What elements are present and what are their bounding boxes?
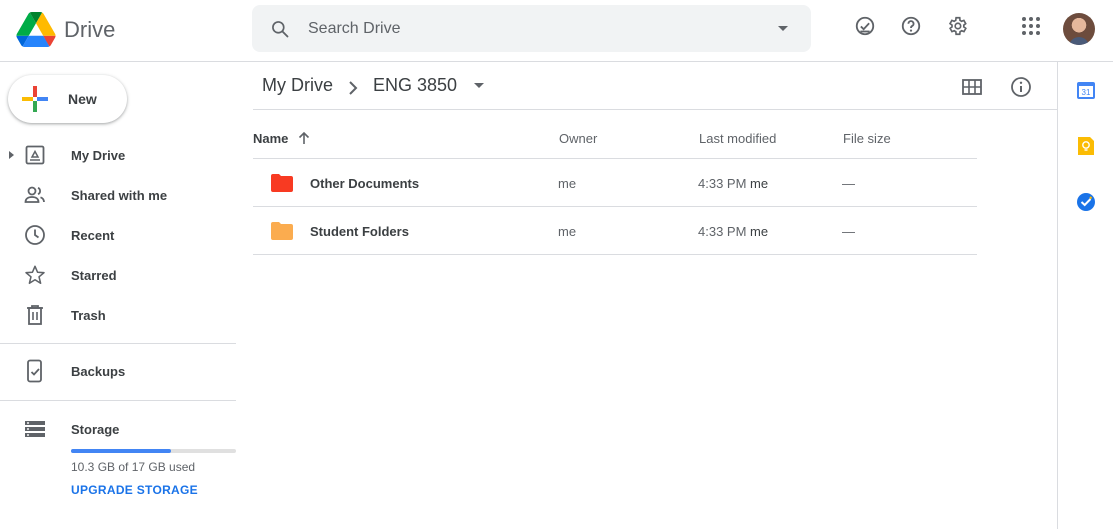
table-row[interactable]: Student Folders me 4:33 PM me — bbox=[253, 207, 977, 255]
info-icon[interactable] bbox=[1009, 75, 1033, 99]
star-icon bbox=[23, 263, 47, 287]
sidebar-item-label: Recent bbox=[71, 227, 115, 243]
sidebar-item-label: Shared with me bbox=[71, 187, 168, 203]
breadcrumb-root[interactable]: My Drive bbox=[262, 75, 333, 96]
column-header-file-size[interactable]: File size bbox=[843, 131, 891, 146]
sidebar-item-label: Trash bbox=[71, 307, 106, 323]
chevron-down-icon[interactable] bbox=[474, 83, 484, 88]
storage-used-text: 10.3 GB of 17 GB used bbox=[71, 460, 196, 474]
help-icon[interactable] bbox=[899, 14, 923, 38]
sidebar-item-label: Starred bbox=[71, 267, 117, 283]
sidebar-item-storage[interactable]: Storage bbox=[0, 413, 236, 445]
file-modified: 4:33 PM bbox=[698, 176, 747, 191]
file-size: — bbox=[842, 176, 855, 191]
new-button-label: New bbox=[68, 91, 97, 107]
table-row[interactable]: Other Documents me 4:33 PM me — bbox=[253, 159, 977, 207]
chevron-right-icon bbox=[349, 81, 358, 95]
apps-grid-icon[interactable] bbox=[1019, 14, 1043, 38]
storage-progress-bar bbox=[71, 449, 236, 453]
trash-icon bbox=[23, 303, 47, 327]
search-input[interactable] bbox=[308, 19, 755, 38]
upgrade-storage-link[interactable]: UPGRADE STORAGE bbox=[71, 483, 198, 497]
drive-logo-icon bbox=[16, 12, 56, 47]
file-name: Student Folders bbox=[310, 224, 409, 239]
my-drive-icon bbox=[23, 143, 47, 167]
side-panel: 31 bbox=[1057, 62, 1113, 529]
storage-icon bbox=[23, 417, 47, 441]
file-owner: me bbox=[558, 224, 577, 239]
folder-icon bbox=[271, 222, 293, 240]
top-bar: Drive bbox=[0, 0, 1113, 62]
backups-icon bbox=[23, 359, 47, 383]
breadcrumb-current[interactable]: ENG 3850 bbox=[373, 75, 457, 96]
grid-view-icon[interactable] bbox=[960, 75, 984, 99]
drive-logo[interactable]: Drive bbox=[16, 12, 115, 47]
offline-status-icon[interactable] bbox=[853, 14, 877, 38]
column-header-owner[interactable]: Owner bbox=[559, 131, 597, 146]
file-modified-by: me bbox=[750, 176, 769, 191]
search-options-icon[interactable] bbox=[755, 25, 811, 33]
settings-icon[interactable] bbox=[945, 14, 969, 38]
sidebar-item-trash[interactable]: Trash bbox=[0, 299, 236, 331]
sidebar-item-backups[interactable]: Backups bbox=[0, 355, 236, 387]
tasks-icon[interactable] bbox=[1076, 192, 1096, 212]
sidebar-divider bbox=[0, 400, 236, 401]
main-content: My Drive ENG 3850 Name Owner Last modifi… bbox=[244, 62, 1057, 529]
file-size: — bbox=[842, 224, 855, 239]
search-bar[interactable] bbox=[252, 5, 811, 52]
expand-arrow-icon[interactable] bbox=[9, 151, 14, 159]
sidebar-item-label: My Drive bbox=[71, 147, 126, 163]
sidebar-item-label: Backups bbox=[71, 363, 126, 379]
file-name: Other Documents bbox=[310, 176, 420, 191]
column-header-last-modified[interactable]: Last modified bbox=[699, 131, 776, 146]
sort-ascending-icon[interactable] bbox=[297, 131, 311, 145]
sidebar-item-my-drive[interactable]: My Drive bbox=[0, 139, 236, 171]
svg-text:31: 31 bbox=[1082, 88, 1091, 97]
sidebar-item-recent[interactable]: Recent bbox=[0, 219, 236, 251]
file-modified-by: me bbox=[750, 224, 769, 239]
sidebar-divider bbox=[0, 343, 236, 344]
file-modified: 4:33 PM bbox=[698, 224, 747, 239]
app-name: Drive bbox=[64, 16, 116, 42]
sidebar-item-shared-with-me[interactable]: Shared with me bbox=[0, 179, 236, 211]
breadcrumb-toolbar: My Drive ENG 3850 bbox=[253, 62, 1057, 110]
account-avatar[interactable] bbox=[1063, 13, 1095, 45]
plus-icon bbox=[22, 86, 48, 112]
calendar-icon[interactable]: 31 bbox=[1076, 80, 1096, 100]
storage-progress-fill bbox=[71, 449, 171, 453]
sidebar-item-label: Storage bbox=[71, 421, 120, 437]
search-icon[interactable] bbox=[252, 19, 308, 39]
shared-icon bbox=[23, 183, 47, 207]
sidebar: New My Drive Shared with me Recent Starr… bbox=[0, 62, 244, 529]
keep-icon[interactable] bbox=[1076, 136, 1096, 156]
new-button[interactable]: New bbox=[8, 75, 127, 123]
file-owner: me bbox=[558, 176, 577, 191]
folder-icon bbox=[271, 174, 293, 192]
column-header-name[interactable]: Name bbox=[253, 131, 288, 146]
sidebar-item-starred[interactable]: Starred bbox=[0, 259, 236, 291]
clock-icon bbox=[23, 223, 47, 247]
